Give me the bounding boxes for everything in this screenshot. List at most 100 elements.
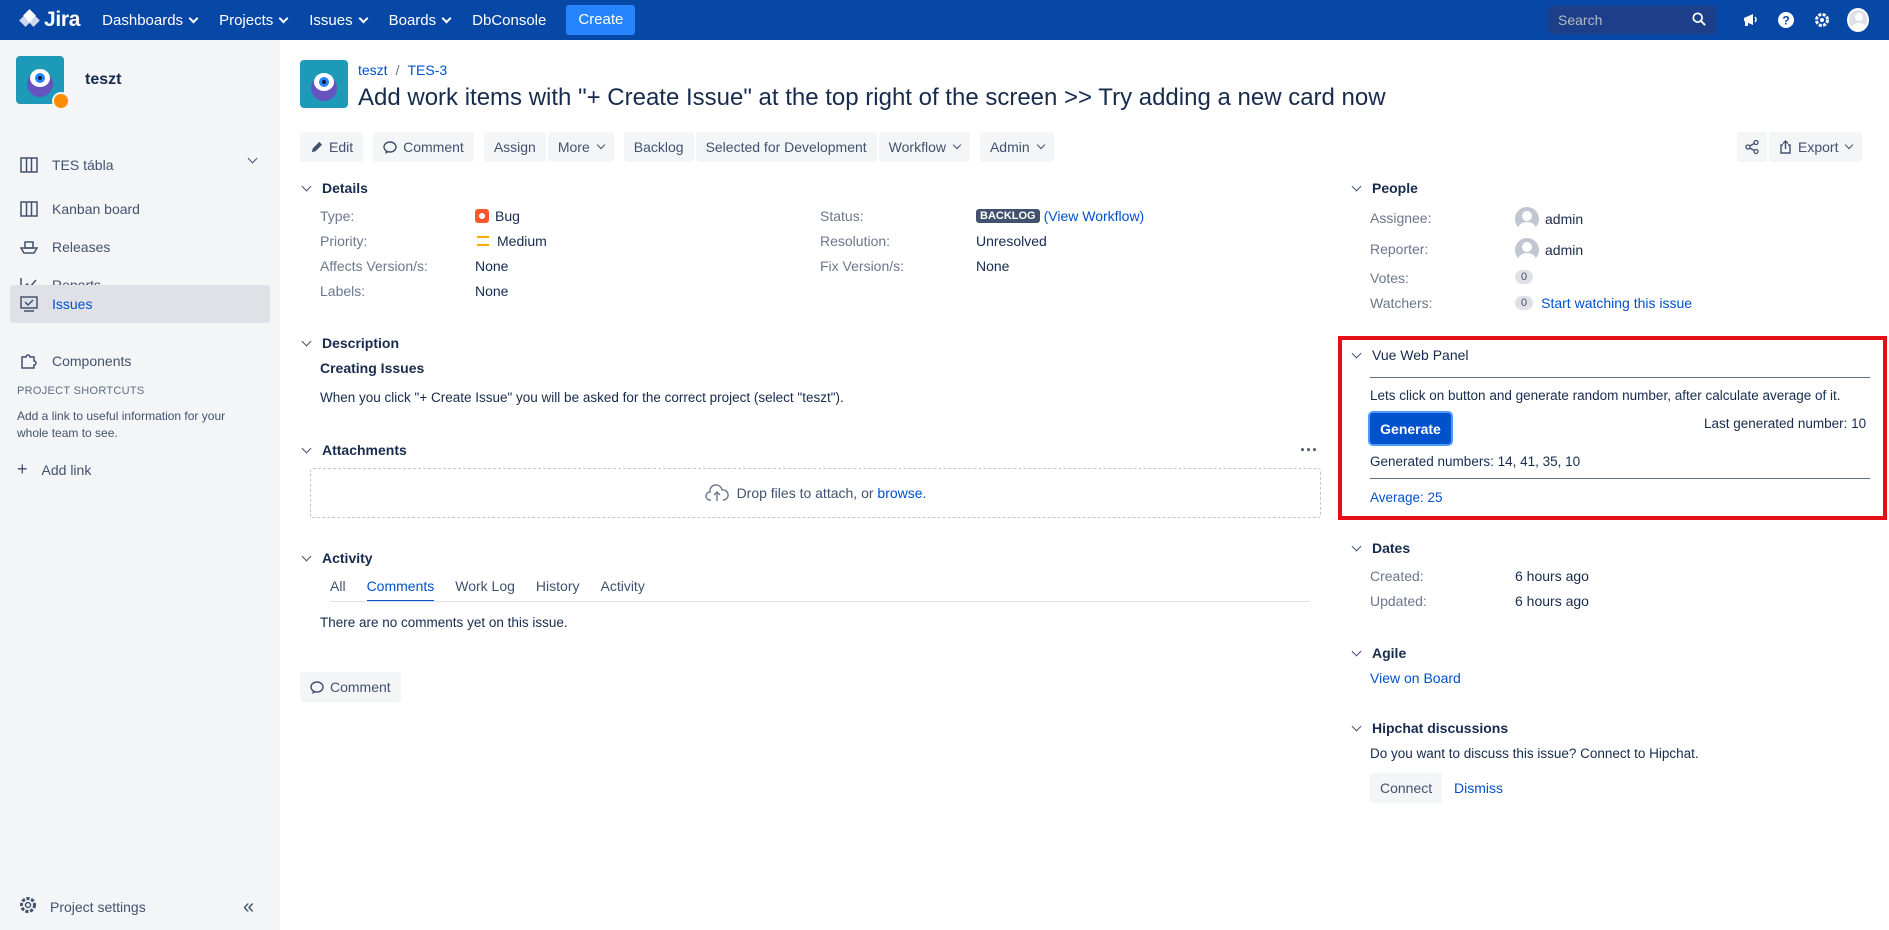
board-icon [18, 154, 40, 176]
watchers-label: Watchers: [1370, 295, 1433, 311]
issue-toolbar: Edit Comment Assign More Backlog Selecte… [300, 132, 1056, 162]
jira-logo[interactable]: Jira [19, 0, 80, 40]
sidebar-item-label: Kanban board [52, 201, 140, 217]
reporter-value[interactable]: admin [1515, 238, 1583, 262]
nav-boards[interactable]: Boards [388, 11, 452, 29]
project-settings-link[interactable]: Project settings [18, 895, 146, 918]
selected-for-development-button[interactable]: Selected for Development [695, 132, 877, 162]
divider [1370, 478, 1870, 479]
dates-heading: Dates [1372, 540, 1411, 556]
description-toggle[interactable]: Description [301, 335, 400, 351]
project-header[interactable]: teszt [16, 56, 121, 110]
watchers-value: 0 Start watching this issue [1515, 295, 1692, 311]
assignee-name: admin [1545, 211, 1584, 227]
share-icon [1745, 140, 1759, 154]
people-heading: People [1372, 180, 1418, 196]
labels-label: Labels: [320, 283, 366, 299]
sidebar-item-components[interactable]: Components [10, 342, 270, 380]
votes-value[interactable]: 0 [1515, 270, 1541, 284]
priority-label: Priority: [320, 233, 368, 249]
type-value: Bug [475, 208, 520, 224]
board-selector[interactable]: TES tábla [10, 146, 270, 184]
project-settings-label: Project settings [50, 898, 146, 915]
notifications-icon[interactable] [1739, 9, 1761, 31]
search-input[interactable]: Search [1548, 6, 1716, 34]
resolution-value: Unresolved [976, 233, 1047, 249]
attachment-dropzone[interactable]: Drop files to attach, or browse. [310, 468, 1321, 518]
page-title: Add work items with "+ Create Issue" at … [358, 84, 1386, 111]
start-watching-link[interactable]: Start watching this issue [1541, 295, 1692, 311]
chevron-down-icon [1351, 721, 1362, 731]
collapse-sidebar-icon[interactable]: « [243, 896, 254, 919]
tab-all[interactable]: All [330, 578, 346, 602]
connect-button[interactable]: Connect [1370, 773, 1443, 803]
activity-toggle[interactable]: Activity [301, 550, 373, 566]
chevron-down-icon [358, 13, 369, 23]
create-button[interactable]: Create [566, 5, 636, 35]
chevron-down-icon [952, 140, 962, 150]
breadcrumb-project[interactable]: teszt [358, 62, 388, 78]
add-link-button[interactable]: + Add link [17, 459, 91, 480]
gear-icon[interactable] [1811, 9, 1833, 31]
chevron-down-icon [596, 140, 605, 150]
add-comment-button[interactable]: Comment [300, 672, 401, 702]
nav-dbconsole[interactable]: DbConsole [472, 12, 546, 29]
export-button[interactable]: Export [1769, 132, 1863, 162]
share-button[interactable] [1737, 132, 1767, 162]
description-heading: Description [322, 335, 400, 351]
details-heading: Details [322, 180, 368, 196]
edit-button[interactable]: Edit [300, 132, 364, 162]
svg-text:?: ? [1782, 14, 1789, 28]
updated-label: Updated: [1370, 593, 1427, 609]
chevron-down-icon [1351, 646, 1362, 656]
view-on-board-link[interactable]: View on Board [1370, 670, 1461, 686]
avatar [1515, 238, 1539, 262]
assign-button[interactable]: Assign [483, 132, 546, 162]
breadcrumb-issue-key[interactable]: TES-3 [407, 62, 447, 78]
project-sidebar: teszt TES tábla Kanban board Releases Re… [0, 40, 280, 930]
tab-comments[interactable]: Comments [366, 578, 435, 602]
nav-projects[interactable]: Projects [219, 12, 289, 29]
view-workflow-link[interactable]: (View Workflow) [1044, 208, 1145, 224]
tab-history[interactable]: History [536, 578, 580, 602]
comment-button[interactable]: Comment [373, 132, 474, 162]
votes-label: Votes: [1370, 270, 1409, 286]
agile-toggle[interactable]: Agile [1351, 645, 1406, 661]
sidebar-item-kanban-board[interactable]: Kanban board [10, 190, 270, 228]
nav-dashboards[interactable]: Dashboards [102, 12, 199, 29]
backlog-button[interactable]: Backlog [623, 132, 694, 162]
workflow-button[interactable]: Workflow [878, 132, 970, 162]
hipchat-toggle[interactable]: Hipchat discussions [1351, 720, 1508, 736]
admin-button[interactable]: Admin [979, 132, 1054, 162]
help-icon[interactable]: ? [1775, 9, 1797, 31]
user-avatar[interactable] [1847, 8, 1869, 32]
hipchat-text: Do you want to discuss this issue? Conne… [1370, 746, 1699, 761]
details-toggle[interactable]: Details [301, 180, 368, 196]
dates-toggle[interactable]: Dates [1351, 540, 1411, 556]
sidebar-item-issues[interactable]: Issues [10, 285, 270, 323]
status-label: Status: [820, 208, 864, 224]
workflow-label: Workflow [888, 139, 946, 155]
dismiss-link[interactable]: Dismiss [1454, 780, 1503, 796]
browse-link[interactable]: browse. [877, 485, 926, 501]
issues-icon [18, 293, 40, 315]
more-button[interactable]: More [547, 132, 614, 162]
nav-boards-label: Boards [388, 11, 437, 29]
tab-work-log[interactable]: Work Log [455, 578, 515, 602]
vue-panel-intro: Lets click on button and generate random… [1370, 388, 1841, 403]
chevron-down-icon [441, 13, 452, 23]
nav-issues[interactable]: Issues [309, 12, 369, 29]
top-icons: ? [1725, 0, 1869, 40]
add-comment-label: Comment [330, 679, 391, 695]
breadcrumb-separator: / [395, 62, 400, 78]
votes-count: 0 [1515, 270, 1534, 284]
attachments-toggle[interactable]: Attachments [301, 442, 407, 458]
sidebar-item-releases[interactable]: Releases [10, 228, 270, 266]
attachments-more-icon[interactable]: ··· [1300, 440, 1318, 461]
generate-button[interactable]: Generate [1370, 413, 1451, 444]
assignee-value[interactable]: admin [1515, 207, 1583, 231]
people-toggle[interactable]: People [1351, 180, 1418, 196]
average-value: Average: 25 [1370, 490, 1443, 505]
vue-panel-toggle[interactable]: Vue Web Panel [1351, 347, 1469, 363]
tab-activity[interactable]: Activity [600, 578, 644, 602]
